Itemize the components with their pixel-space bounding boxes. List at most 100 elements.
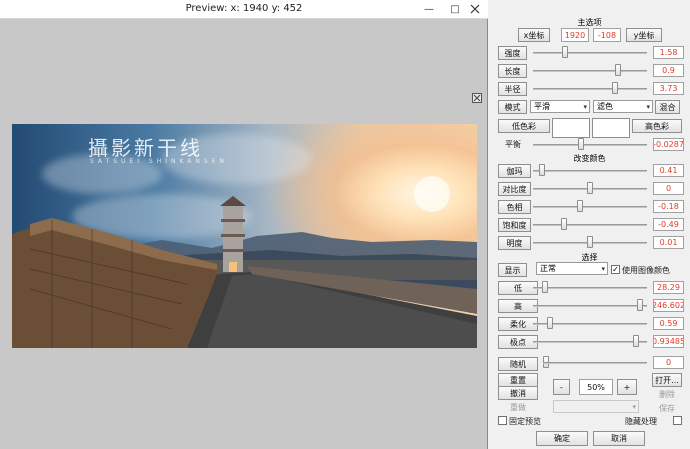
- reset-button[interactable]: 重置: [498, 373, 538, 387]
- cancel-button[interactable]: 取消: [593, 431, 645, 446]
- balance-label: 平衡: [505, 140, 521, 149]
- redo-button[interactable]: 重做: [498, 400, 538, 414]
- color-slider-value-0[interactable]: 0.41: [653, 164, 684, 177]
- delete-button[interactable]: 删除: [652, 387, 682, 401]
- minimize-button[interactable]: —: [416, 0, 442, 18]
- preset-select[interactable]: ▾: [553, 400, 639, 413]
- top-slider-thumb-2[interactable]: [611, 82, 618, 94]
- select-slider-track-0[interactable]: [533, 287, 647, 289]
- select-slider-thumb-2[interactable]: [547, 317, 554, 329]
- color-slider-track-2[interactable]: [533, 206, 647, 208]
- preview-toggle-button[interactable]: [472, 93, 482, 103]
- open-button[interactable]: 打开...: [652, 373, 682, 387]
- x-coord-value[interactable]: 1920: [561, 28, 589, 42]
- low-color-swatch[interactable]: [552, 118, 590, 138]
- mode-button[interactable]: 模式: [498, 100, 527, 114]
- color-slider-track-0[interactable]: [533, 170, 647, 172]
- top-slider-label-1[interactable]: 长度: [498, 64, 527, 78]
- select-slider-value-2[interactable]: 0.59: [653, 317, 684, 330]
- hide-processing-checkbox[interactable]: [673, 416, 682, 425]
- blend-select[interactable]: 滤色 ▾: [593, 100, 653, 113]
- color-slider-label-3[interactable]: 饱和度: [498, 218, 531, 232]
- chevron-down-icon: ▾: [646, 103, 650, 111]
- select-slider-thumb-1[interactable]: [636, 299, 643, 311]
- color-slider-label-2[interactable]: 色相: [498, 200, 531, 214]
- color-slider-label-1[interactable]: 对比度: [498, 182, 531, 196]
- select-slider-label-0[interactable]: 低: [498, 281, 538, 295]
- preview-title: Preview: x: 1940 y: 452: [185, 3, 303, 14]
- cross-box-icon: [473, 94, 481, 102]
- zoom-in-button[interactable]: +: [617, 379, 637, 395]
- balance-slider-thumb[interactable]: [578, 138, 585, 150]
- color-slider-value-2[interactable]: -0.18: [653, 200, 684, 213]
- close-button[interactable]: [462, 0, 488, 18]
- mode-select-value: 平滑: [534, 102, 550, 111]
- show-select-value: 正常: [540, 264, 556, 273]
- color-slider-track-3[interactable]: [533, 224, 647, 226]
- select-slider-label-3[interactable]: 极点: [498, 335, 538, 349]
- top-slider-value-1[interactable]: 0.9: [653, 64, 684, 77]
- color-slider-value-4[interactable]: 0.01: [653, 236, 684, 249]
- select-slider-label-1[interactable]: 高: [498, 299, 538, 313]
- undo-button[interactable]: 撤消: [498, 386, 538, 400]
- balance-slider-track[interactable]: [533, 144, 647, 146]
- select-slider-thumb-3[interactable]: [633, 335, 640, 347]
- close-icon: [470, 4, 480, 14]
- top-slider-value-0[interactable]: 1.58: [653, 46, 684, 59]
- top-slider-track-0[interactable]: [533, 52, 647, 54]
- color-slider-label-0[interactable]: 伽玛: [498, 164, 531, 178]
- select-slider-value-0[interactable]: 28.29: [653, 281, 684, 294]
- save-button[interactable]: 保存: [652, 401, 682, 415]
- zoom-out-button[interactable]: -: [553, 379, 570, 395]
- fixed-preview-label: 固定预览: [509, 417, 541, 426]
- color-slider-thumb-1[interactable]: [587, 182, 593, 194]
- select-slider-track-1[interactable]: [533, 305, 647, 307]
- mode-select[interactable]: 平滑 ▾: [530, 100, 590, 113]
- select-slider-track-3[interactable]: [533, 341, 647, 343]
- color-slider-value-1[interactable]: 0: [653, 182, 684, 195]
- color-slider-value-3[interactable]: -0.49: [653, 218, 684, 231]
- x-coord-button[interactable]: x坐标: [518, 28, 550, 42]
- select-slider-value-1[interactable]: 246.602: [653, 299, 684, 312]
- random-value[interactable]: 0: [653, 356, 684, 369]
- random-slider-track[interactable]: [543, 362, 647, 364]
- high-color-swatch[interactable]: [592, 118, 630, 138]
- select-slider-thumb-0[interactable]: [541, 281, 548, 293]
- color-slider-thumb-4[interactable]: [587, 236, 593, 248]
- high-color-button[interactable]: 高色彩: [632, 119, 682, 133]
- color-slider-thumb-0[interactable]: [539, 164, 546, 176]
- blend-select-value: 滤色: [597, 102, 613, 111]
- select-slider-label-2[interactable]: 柔化: [498, 317, 538, 331]
- use-image-color-checkbox[interactable]: ✓: [611, 265, 620, 274]
- chevron-down-icon: ▾: [583, 103, 587, 111]
- zoom-value[interactable]: 50%: [579, 379, 613, 395]
- top-slider-label-2[interactable]: 半径: [498, 82, 527, 96]
- color-slider-thumb-2[interactable]: [577, 200, 584, 212]
- show-button[interactable]: 显示: [498, 263, 527, 277]
- y-coord-button[interactable]: y坐标: [626, 28, 662, 42]
- top-slider-track-2[interactable]: [533, 88, 647, 90]
- top-slider-thumb-0[interactable]: [562, 46, 569, 58]
- low-color-button[interactable]: 低色彩: [498, 119, 550, 133]
- balance-value[interactable]: -0.0287: [653, 138, 684, 151]
- fixed-preview-checkbox[interactable]: [498, 416, 507, 425]
- color-slider-label-4[interactable]: 明度: [498, 236, 531, 250]
- top-slider-value-2[interactable]: 3.73: [653, 82, 684, 95]
- use-image-color-label: 使用图像颜色: [622, 266, 670, 275]
- mix-button[interactable]: 混合: [655, 100, 680, 114]
- preview-image[interactable]: 攝影新干线 SATSUEI SHINKANSEN: [12, 124, 477, 348]
- random-button[interactable]: 随机: [498, 357, 538, 371]
- show-select[interactable]: 正常 ▾: [536, 262, 608, 275]
- watermark-subtitle: SATSUEI SHINKANSEN: [90, 158, 228, 165]
- preview-window: Preview: x: 1940 y: 452 — □ 攝影新干线 SATSUE…: [0, 0, 488, 449]
- adjust-color-title: 改变颜色: [573, 154, 606, 163]
- top-slider-track-1[interactable]: [533, 70, 647, 72]
- ok-button[interactable]: 确定: [536, 431, 588, 446]
- select-slider-value-3[interactable]: 0.93485: [653, 335, 684, 348]
- main-options-title: 主选项: [577, 18, 602, 27]
- hide-processing-label: 隐藏处理: [625, 417, 657, 426]
- top-slider-label-0[interactable]: 强度: [498, 46, 527, 60]
- y-coord-value[interactable]: -108: [593, 28, 621, 42]
- color-slider-thumb-3[interactable]: [561, 218, 568, 230]
- top-slider-thumb-1[interactable]: [615, 64, 622, 76]
